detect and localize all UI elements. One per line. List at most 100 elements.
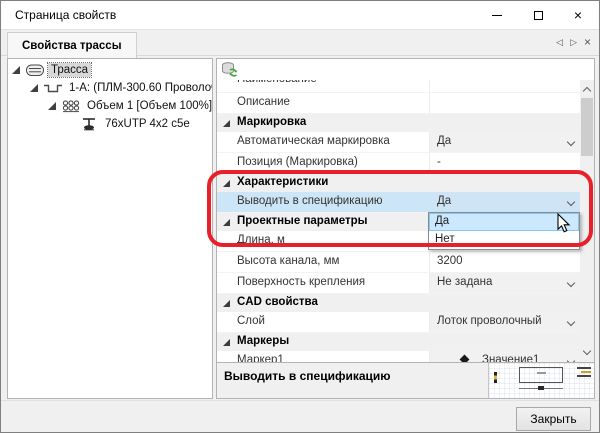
- chevron-down-icon[interactable]: [567, 199, 574, 206]
- property-value[interactable]: 3200: [430, 252, 580, 272]
- chevron-down-icon[interactable]: [567, 358, 574, 362]
- category-row[interactable]: Маркировка: [217, 114, 580, 132]
- property-row[interactable]: Слой Лоток проволочный: [217, 312, 580, 333]
- tree-item-label: 1-А: (ПЛМ-300.60 Проволоч: [66, 81, 212, 95]
- footer-bar: Закрыть: [1, 400, 599, 433]
- object-tree-panel: Трасса 1-А: (ПЛМ-300.60 Проволоч Объем 1 […: [7, 58, 213, 399]
- dimension-line: [519, 388, 563, 389]
- property-value[interactable]: [430, 93, 580, 113]
- property-value-text: 3200: [437, 255, 463, 267]
- tree-item[interactable]: 76xUTP 4x2 c5e: [8, 115, 212, 133]
- tab-label: Свойства трассы: [22, 40, 122, 52]
- scroll-down-icon[interactable]: [583, 348, 591, 356]
- category-row[interactable]: CAD свойства: [217, 294, 580, 312]
- tab-strip: Свойства трассы ◁ ▷ ×: [1, 29, 599, 56]
- dropdown-option[interactable]: Нет: [429, 231, 579, 249]
- property-row[interactable]: Описание: [217, 93, 580, 114]
- category-row[interactable]: Маркеры: [217, 333, 580, 351]
- description-panel: Выводить в спецификацию: [217, 362, 594, 398]
- property-value[interactable]: Значение1: [430, 351, 580, 362]
- grid-scrollbar[interactable]: [580, 80, 594, 362]
- property-row[interactable]: Позиция (Маркировка) -: [217, 153, 580, 174]
- category-label: Характеристики: [237, 176, 328, 188]
- minimize-button[interactable]: [479, 1, 515, 29]
- expander-icon[interactable]: [30, 84, 38, 92]
- tree-item[interactable]: Объем 1 [Объем 100%] [: [8, 97, 212, 115]
- collapse-triangle-icon[interactable]: [223, 180, 230, 187]
- property-name: Поверхность крепления: [237, 276, 365, 288]
- marker-diamond-icon: [460, 355, 470, 362]
- category-label: Маркеры: [237, 335, 289, 347]
- property-name: Описание: [237, 96, 290, 108]
- property-name: Автоматическая маркировка: [237, 135, 390, 147]
- property-row[interactable]: Наименование: [217, 80, 580, 93]
- property-value-text: -: [437, 156, 441, 168]
- property-name: Маркер1: [237, 354, 284, 362]
- close-window-button[interactable]: ×: [560, 1, 596, 29]
- preview-drawing: [488, 363, 594, 399]
- refresh-database-icon[interactable]: [221, 61, 238, 78]
- collapse-triangle-icon[interactable]: [223, 219, 230, 226]
- window-title: Страница свойств: [15, 8, 116, 22]
- expander-icon[interactable]: [48, 102, 56, 110]
- close-dialog-button[interactable]: Закрыть: [516, 407, 591, 431]
- tree-item-label: Трасса: [48, 63, 91, 77]
- property-name: Высота канала, мм: [237, 255, 339, 267]
- collapse-triangle-icon[interactable]: [223, 339, 230, 346]
- property-value[interactable]: Да: [430, 192, 580, 212]
- property-name: Позиция (Маркировка): [237, 156, 358, 168]
- tab-trace-properties[interactable]: Свойства трассы: [7, 32, 137, 58]
- tree-item-label: 76xUTP 4x2 c5e: [102, 117, 193, 131]
- dimension-mark: [494, 372, 497, 383]
- property-name: Слой: [237, 315, 265, 327]
- properties-window: Страница свойств × Свойства трассы ◁ ▷ ×…: [0, 0, 600, 433]
- category-row[interactable]: Характеристики: [217, 174, 580, 192]
- tab-scroll-right-icon[interactable]: ▷: [570, 37, 577, 48]
- property-name: Длина, м: [237, 234, 285, 246]
- collapse-triangle-icon[interactable]: [223, 120, 230, 127]
- dropdown-option[interactable]: Да: [429, 213, 579, 231]
- tab-close-icon[interactable]: ×: [584, 38, 591, 47]
- dimension-labels: [577, 367, 591, 379]
- value-dropdown-list: ДаНет: [428, 212, 580, 250]
- maximize-icon: [534, 11, 543, 20]
- cable-icon: [79, 116, 99, 132]
- property-name: Выводить в спецификацию: [237, 195, 383, 207]
- tray-icon: [43, 80, 63, 96]
- tree-item[interactable]: 1-А: (ПЛМ-300.60 Проволоч: [8, 79, 212, 97]
- property-value[interactable]: Не задана: [430, 273, 580, 293]
- property-value-text: Значение1: [482, 354, 539, 362]
- description-title: Выводить в спецификацию: [224, 369, 391, 383]
- category-label: Проектные параметры: [237, 215, 367, 227]
- titlebar: Страница свойств ×: [1, 1, 599, 29]
- category-label: CAD свойства: [237, 296, 318, 308]
- property-value[interactable]: [430, 80, 580, 92]
- collapse-triangle-icon[interactable]: [223, 300, 230, 307]
- property-row[interactable]: Маркер1 Значение1: [217, 351, 580, 362]
- property-name: Наименование: [237, 80, 317, 85]
- property-value[interactable]: Лоток проволочный: [430, 312, 580, 332]
- scroll-up-icon[interactable]: [583, 86, 591, 94]
- category-label: Маркировка: [237, 116, 306, 128]
- maximize-button[interactable]: [520, 1, 556, 29]
- close-icon: ×: [574, 8, 582, 22]
- property-value[interactable]: -: [430, 153, 580, 173]
- chevron-down-icon[interactable]: [567, 280, 574, 287]
- property-row[interactable]: Выводить в спецификацию Да: [217, 192, 580, 213]
- scrollbar-thumb[interactable]: [581, 98, 593, 156]
- tab-scroll-left-icon[interactable]: ◁: [556, 37, 563, 48]
- tray-section-icon: [25, 62, 45, 78]
- property-value-text: Да: [437, 195, 451, 207]
- close-dialog-label: Закрыть: [530, 412, 576, 426]
- grid-toolbar: [217, 59, 594, 80]
- chevron-down-icon[interactable]: [567, 139, 574, 146]
- tree-item-label: Объем 1 [Объем 100%] [: [84, 99, 212, 113]
- chevron-down-icon[interactable]: [567, 319, 574, 326]
- property-row[interactable]: Автоматическая маркировка Да: [217, 132, 580, 153]
- property-row[interactable]: Поверхность крепления Не задана: [217, 273, 580, 294]
- tree-item[interactable]: Трасса: [8, 61, 212, 79]
- expander-icon[interactable]: [12, 66, 20, 74]
- property-row[interactable]: Высота канала, мм 3200: [217, 252, 580, 273]
- property-value[interactable]: Да: [430, 132, 580, 152]
- cable-bundle-icon: [61, 98, 81, 114]
